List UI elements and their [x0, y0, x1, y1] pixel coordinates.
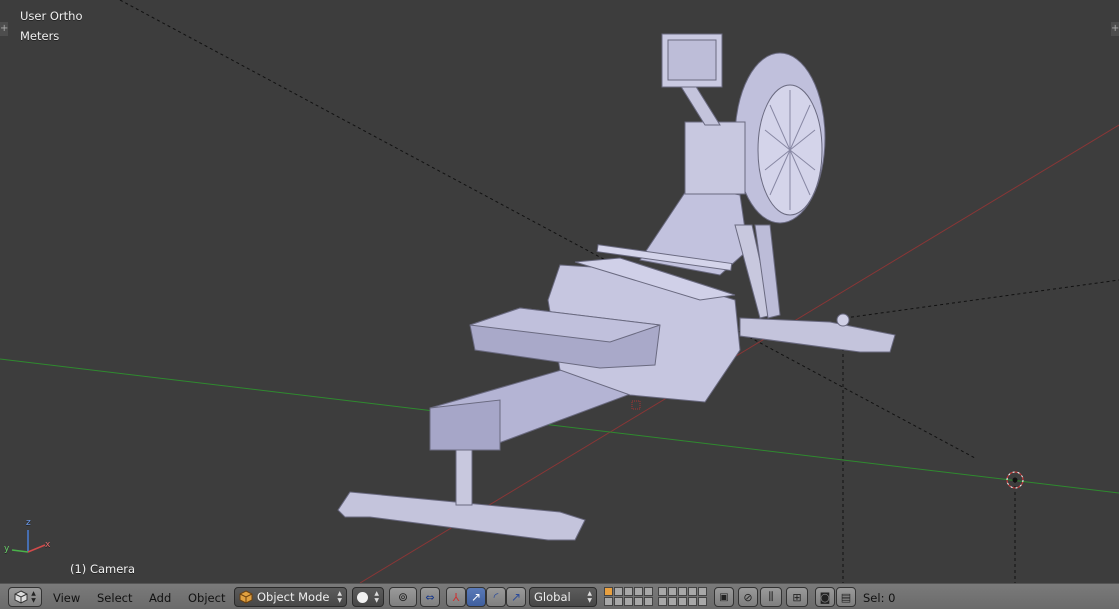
clapperboard-icon: ▤	[840, 590, 852, 604]
layer-buttons-group-1[interactable]	[604, 587, 653, 607]
scale-icon: ↗	[510, 590, 522, 604]
cube-3d-view-icon	[14, 590, 28, 604]
region-expand-right[interactable]: +	[1111, 22, 1119, 36]
viewport-header: ▲ ▼ View Select Add Object Object Mode ▲ ▼…	[0, 583, 1119, 609]
orientation-value: Global	[534, 590, 571, 604]
manipulator-axes-icon: ⅄	[452, 590, 460, 604]
translate-arrow-icon: ↗	[470, 590, 482, 604]
rotate-manipulator-button[interactable]: ◜	[486, 587, 506, 607]
snap-target-icon: ⊞	[792, 590, 802, 604]
dropdown-arrows-icon: ▲ ▼	[374, 590, 379, 604]
manipulator-toggle[interactable]: ⅄	[446, 587, 466, 607]
menu-view[interactable]: View	[53, 591, 80, 605]
3d-viewport[interactable]: User Ortho Meters (1) Camera z x y + +	[0, 0, 1119, 583]
editor-type-button[interactable]: ▲ ▼	[8, 587, 42, 607]
shading-dropdown[interactable]: ▲ ▼	[352, 587, 384, 607]
dropdown-arrows-icon: ▲ ▼	[587, 590, 592, 604]
units-label: Meters	[20, 29, 60, 43]
dashed-line	[844, 279, 1119, 319]
layer-buttons-group-2[interactable]	[658, 587, 707, 607]
menu-object[interactable]: Object	[188, 591, 225, 605]
snap-magnet-icon: ⫼	[768, 590, 774, 603]
region-expand-left[interactable]: +	[0, 22, 8, 36]
render-preview-button[interactable]: ◙	[815, 587, 835, 607]
translate-manipulator-button[interactable]: ↗	[466, 587, 486, 607]
mode-value: Object Mode	[257, 590, 330, 604]
mode-dropdown[interactable]: Object Mode ▲ ▼	[234, 587, 347, 607]
gizmo-x-label: x	[45, 540, 51, 550]
axis-gizmo	[11, 530, 46, 553]
orientation-dropdown[interactable]: Global ▲ ▼	[529, 587, 597, 607]
camera-render-icon: ◙	[819, 590, 831, 604]
menu-select[interactable]: Select	[97, 591, 132, 605]
rotate-arc-icon: ◜	[493, 590, 499, 604]
viewport-scene	[0, 0, 1119, 583]
snap-target-button[interactable]: ⊞	[786, 587, 808, 607]
pivot-point-icon: ⊚	[397, 590, 409, 604]
view-label: User Ortho	[20, 9, 83, 23]
active-object-label: (1) Camera	[70, 562, 136, 576]
gizmo-y-label: y	[4, 544, 10, 554]
proportional-edit-button[interactable]: ⊘	[738, 587, 758, 607]
layer-lock-icon: ▣	[719, 591, 729, 603]
lock-layers-button[interactable]: ▣	[714, 587, 734, 607]
dropdown-arrows-icon: ▲ ▼	[337, 590, 342, 604]
proportional-edit-icon: ⊘	[743, 590, 753, 604]
scale-manipulator-button[interactable]: ↗	[506, 587, 526, 607]
snap-toggle-button[interactable]: ⫼	[760, 587, 782, 607]
menu-add[interactable]: Add	[149, 591, 171, 605]
snap-element-button[interactable]: ⇔	[420, 587, 440, 607]
gizmo-z-label: z	[26, 518, 31, 528]
origin-marker	[631, 400, 641, 410]
selection-count: Sel: 0	[863, 591, 896, 605]
solid-sphere-icon	[357, 591, 368, 603]
render-animation-button[interactable]: ▤	[836, 587, 856, 607]
rowing-machine-model	[337, 33, 896, 541]
arrows-horizontal-icon: ⇔	[425, 590, 435, 604]
object-mode-icon	[239, 590, 253, 604]
pivot-point-button[interactable]: ⊚	[389, 587, 417, 607]
